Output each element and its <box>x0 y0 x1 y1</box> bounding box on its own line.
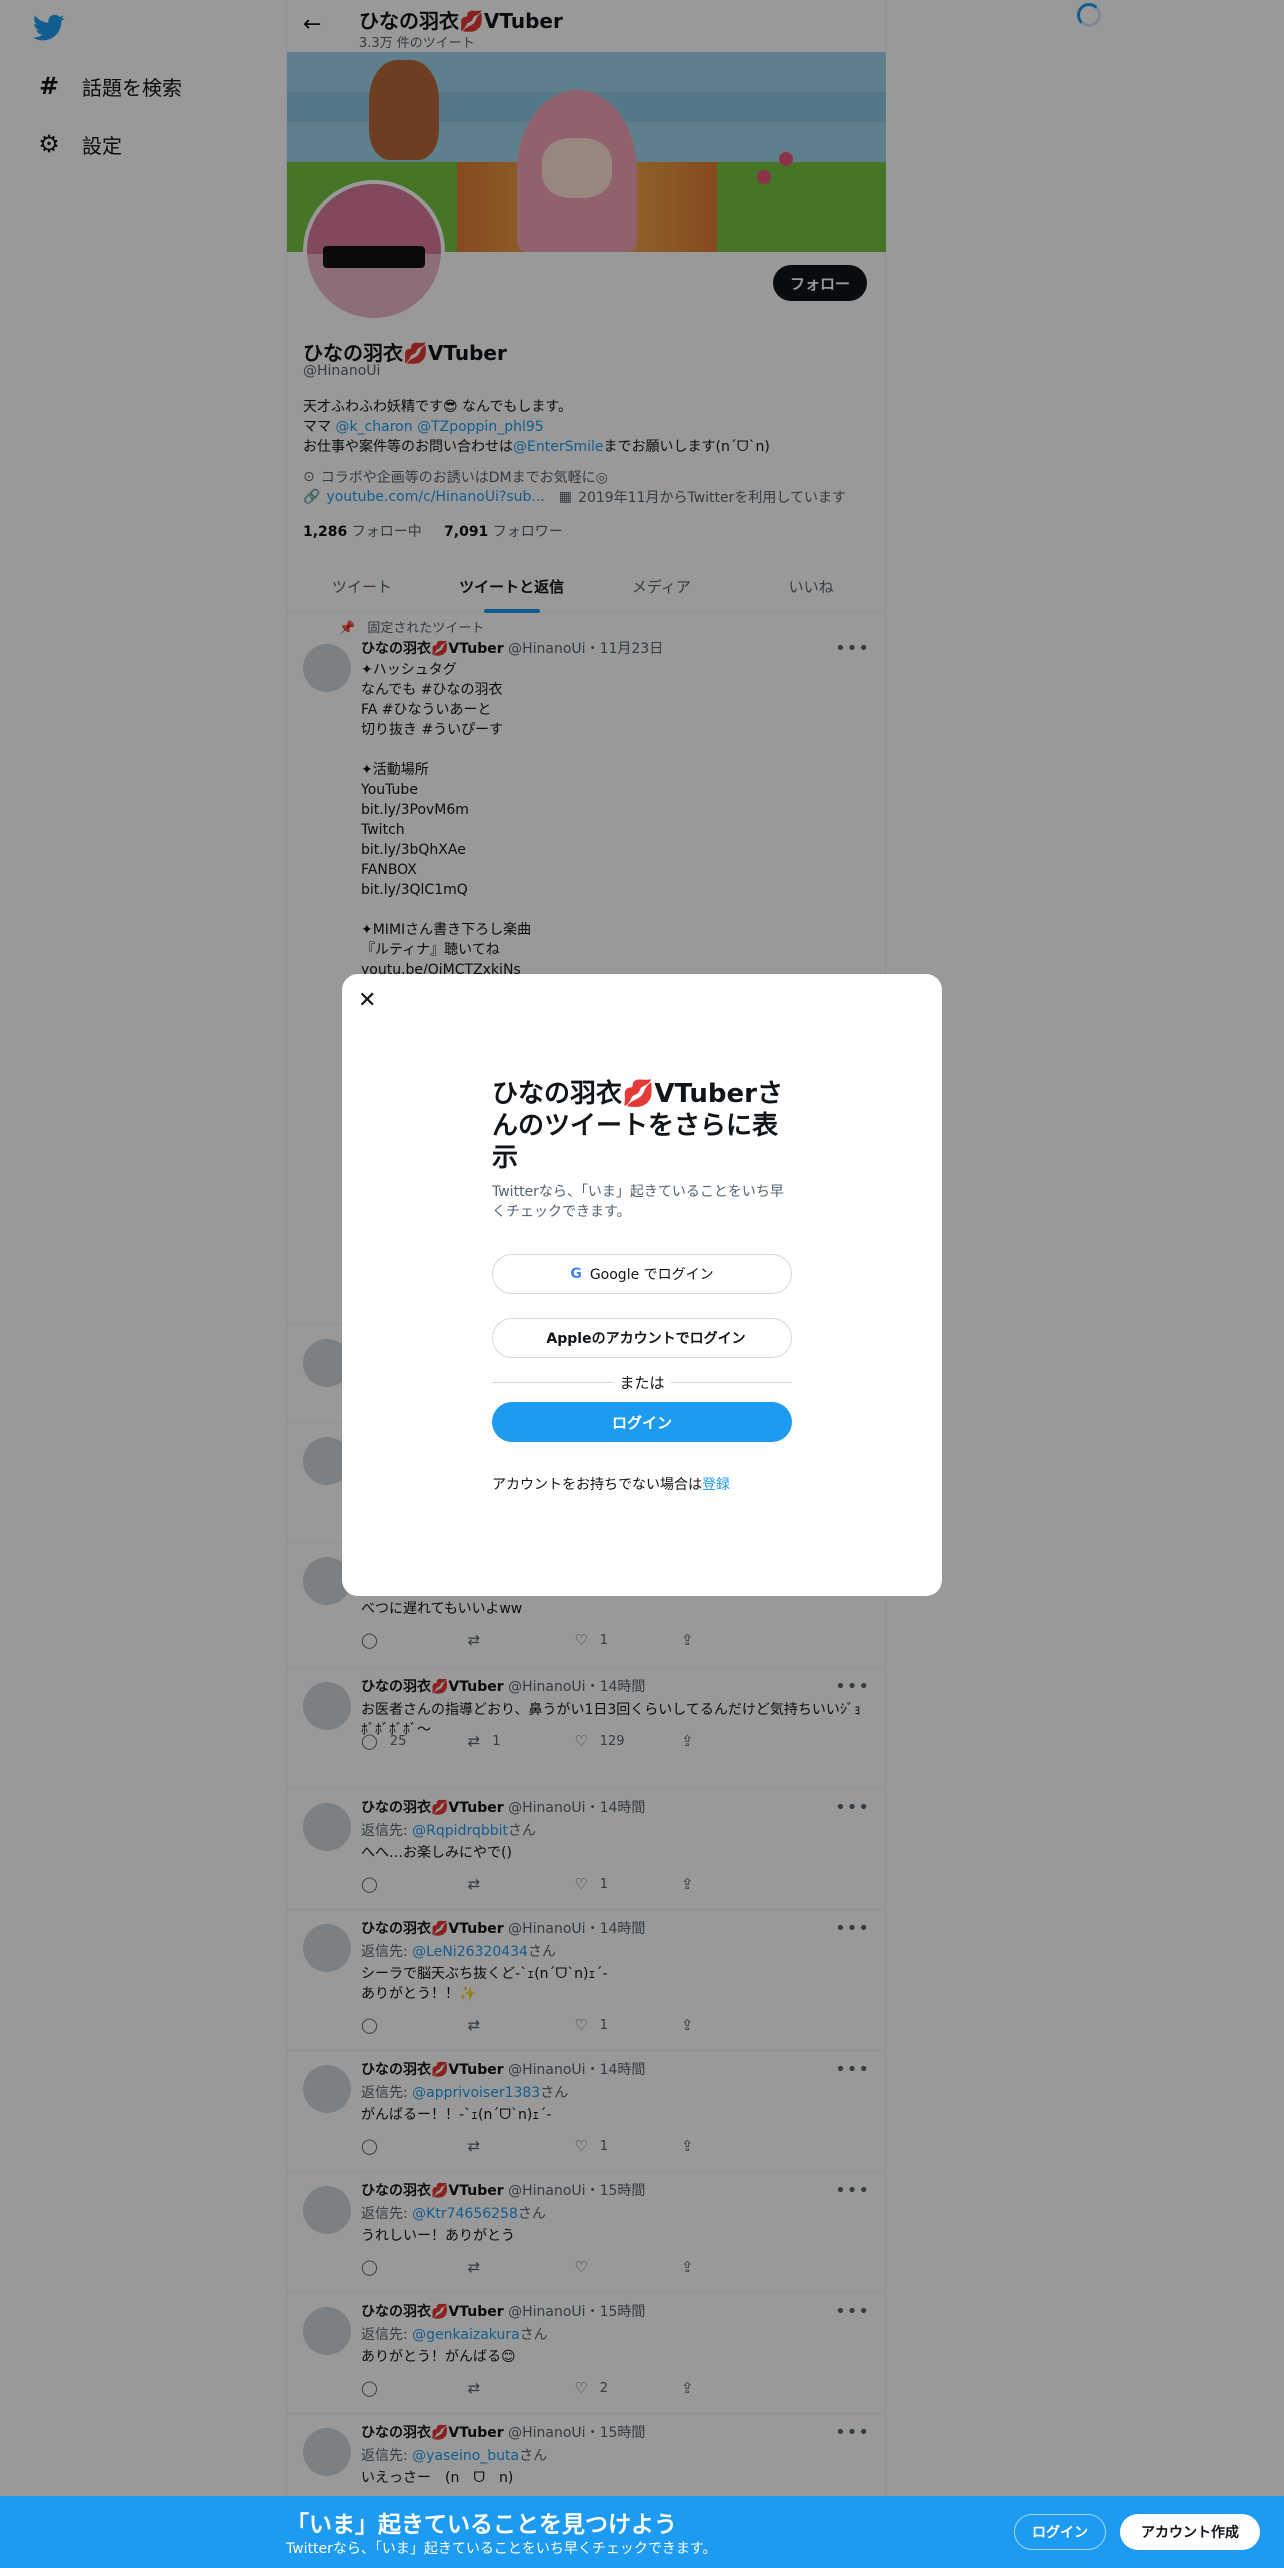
login-modal: ✕ ひなの羽衣💋VTuberさんのツイートをさらに表示 Twitterなら、「い… <box>342 974 942 1596</box>
or-divider: または <box>492 1372 793 1393</box>
bottom-bar-subtitle: Twitterなら、「いま」起きていることをいち早くチェックできます。 <box>286 2541 717 2557</box>
google-icon: G <box>570 1266 582 1282</box>
close-icon[interactable]: ✕ <box>358 988 376 1013</box>
signup-link[interactable]: 登録 <box>702 1477 730 1493</box>
modal-title: ひなの羽衣💋VTuberさんのツイートをさらに表示 <box>492 1079 783 1173</box>
bottom-bar-title: 「いま」起きていることを見つけよう <box>286 2512 677 2538</box>
bottom-login-button[interactable]: ログイン <box>1014 2514 1106 2550</box>
signup-prompt: アカウントをお持ちでない場合は登録 <box>492 1477 730 1493</box>
login-button[interactable]: ログイン <box>492 1402 792 1442</box>
google-login-button[interactable]: G Google でログイン <box>492 1254 792 1294</box>
bottom-signup-button[interactable]: アカウント作成 <box>1120 2514 1260 2550</box>
modal-subtitle: Twitterなら、「いま」起きていることをいち早くチェックできます。 <box>492 1184 784 1220</box>
bottom-signup-bar: 「いま」起きていることを見つけよう Twitterなら、「いま」起きていることを… <box>0 2496 1284 2568</box>
apple-login-button[interactable]: Appleのアカウントでログイン <box>492 1318 792 1358</box>
